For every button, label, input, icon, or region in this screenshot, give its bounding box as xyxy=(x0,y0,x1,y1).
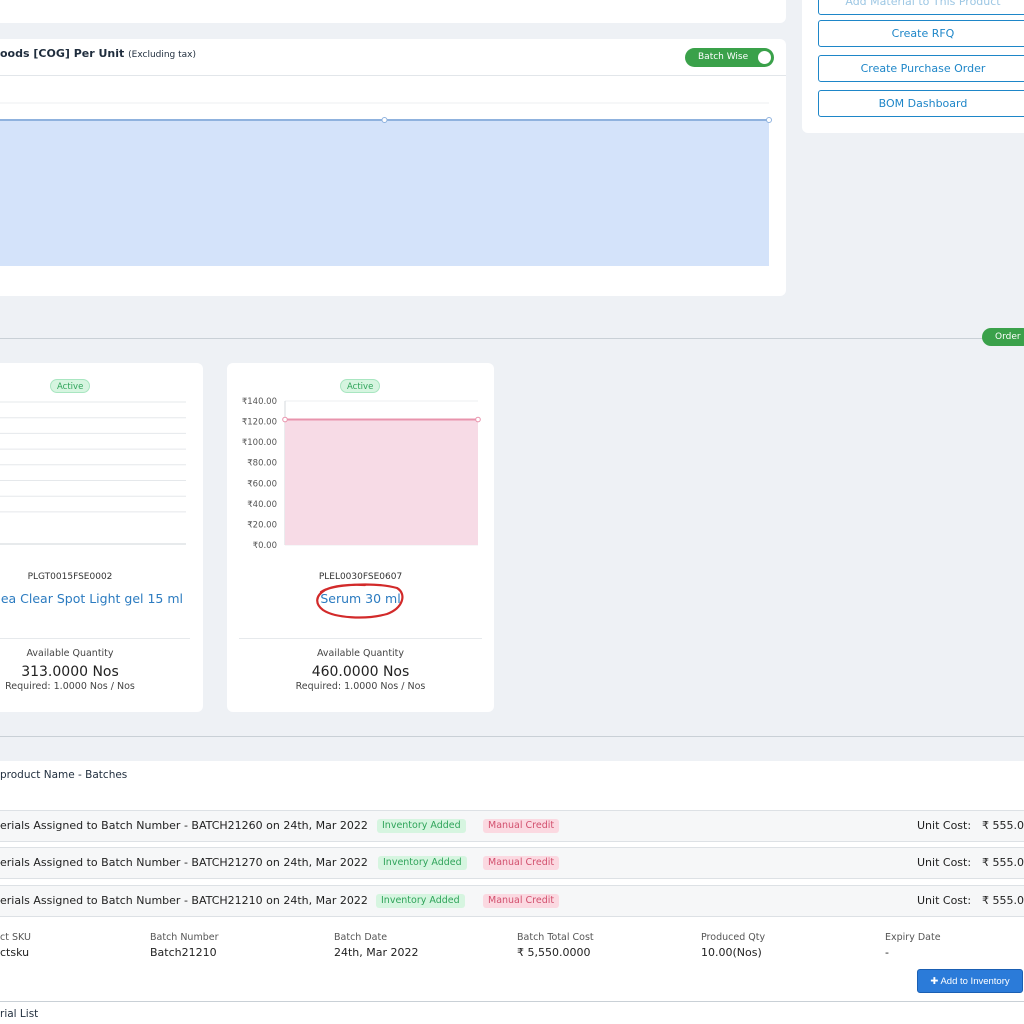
detail-value-expiry-date: - xyxy=(885,946,889,959)
plus-icon: ✚ xyxy=(930,976,939,987)
area-fill xyxy=(0,120,769,266)
serial-list-title: rial List xyxy=(0,1008,39,1020)
order-pill[interactable]: Order xyxy=(982,328,1024,346)
y-tick-label: ₹40.00 xyxy=(247,500,277,510)
card-divider xyxy=(239,638,482,639)
unit-cost-label: Unit Cost: xyxy=(917,894,972,907)
batches-title: product Name - Batches xyxy=(0,769,128,781)
available-quantity-value: 313.0000 Nos xyxy=(21,664,119,680)
top-card xyxy=(0,0,786,23)
serum-cost-chart: ₹0.00 ₹20.00 ₹40.00 ₹60.00 ₹80.00 ₹100.00 ₹120… xyxy=(242,397,481,551)
batches-panel: product Name - Batches erials Assigned t… xyxy=(0,761,1024,1024)
card-divider xyxy=(0,638,190,639)
detail-label-total-cost: Batch Total Cost xyxy=(517,932,594,943)
y-tick-label: ₹0.00 xyxy=(253,541,277,551)
detail-label-sku: ct SKU xyxy=(0,932,31,943)
detail-label-batch-number: Batch Number xyxy=(150,932,219,943)
add-material-button[interactable]: Add Material to This Product xyxy=(818,0,1024,15)
material-sku: PLEL0030FSE0607 xyxy=(318,572,403,582)
section-divider xyxy=(0,736,1024,737)
material-card[interactable]: Active PLGT0015FSE0002 ea Clear Spot Lig… xyxy=(0,363,203,712)
batch-row[interactable]: erials Assigned to Batch Number - BATCH2… xyxy=(0,847,1024,879)
y-tick-label: ₹100.00 xyxy=(242,438,277,448)
inventory-added-badge: Inventory Added xyxy=(377,819,466,833)
area-fill xyxy=(285,419,478,545)
batch-wise-label: Batch Wise xyxy=(698,52,749,62)
detail-value-total-cost: ₹ 5,550.0000 xyxy=(517,946,591,959)
data-point xyxy=(766,117,772,123)
y-tick-label: ₹80.00 xyxy=(247,459,277,469)
batch-row-text: erials Assigned to Batch Number - BATCH2… xyxy=(0,856,368,869)
cost-chart-empty xyxy=(0,401,186,545)
batch-row[interactable]: erials Assigned to Batch Number - BATCH2… xyxy=(0,810,1024,842)
unit-cost-value: ₹ 555.0 xyxy=(982,894,1024,907)
status-badge: Active xyxy=(50,379,91,393)
data-point xyxy=(381,117,388,123)
add-to-inventory-button[interactable]: ✚ Add to Inventory xyxy=(917,969,1023,993)
section-divider xyxy=(0,338,1024,339)
section-divider xyxy=(0,1001,1024,1002)
detail-value-produced-qty: 10.00(Nos) xyxy=(701,946,762,959)
cog-chart-card: oods [COG] Per Unit (Excluding tax) Batc… xyxy=(0,39,786,296)
batch-wise-toggle[interactable]: Batch Wise xyxy=(685,48,774,67)
detail-value-sku: ctsku xyxy=(0,946,30,959)
create-rfq-button[interactable]: Create RFQ xyxy=(818,20,1024,47)
cog-title: oods [COG] Per Unit (Excluding tax) xyxy=(0,47,196,60)
material-sku: PLGT0015FSE0002 xyxy=(27,572,113,582)
batch-row-text: erials Assigned to Batch Number - BATCH2… xyxy=(0,894,368,907)
detail-label-expiry-date: Expiry Date xyxy=(885,932,941,943)
y-tick-label: ₹20.00 xyxy=(247,520,277,530)
required-quantity: Required: 1.0000 Nos / Nos xyxy=(5,681,135,692)
material-name-link[interactable]: ea Clear Spot Light gel 15 ml xyxy=(0,591,183,606)
unit-cost-value: ₹ 555.0 xyxy=(982,819,1024,832)
available-quantity-label: Available Quantity xyxy=(26,648,114,659)
add-to-inventory-label: Add to Inventory xyxy=(940,976,1010,987)
unit-cost-label: Unit Cost: xyxy=(917,819,972,832)
data-point xyxy=(282,416,288,423)
batch-row-text: erials Assigned to Batch Number - BATCH2… xyxy=(0,819,368,832)
cog-chart xyxy=(0,102,772,266)
available-quantity-value: 460.0000 Nos xyxy=(311,664,410,680)
available-quantity-label: Available Quantity xyxy=(316,648,405,659)
manual-credit-badge: Manual Credit xyxy=(483,894,560,908)
create-purchase-order-button[interactable]: Create Purchase Order xyxy=(818,55,1024,82)
detail-value-batch-date: 24th, Mar 2022 xyxy=(334,946,419,959)
y-tick-label: ₹140.00 xyxy=(242,397,277,407)
data-point xyxy=(475,416,481,423)
detail-value-batch-number: Batch21210 xyxy=(150,946,217,959)
material-card[interactable]: Active ₹0.00 ₹20.00 ₹40.00 ₹60.00 ₹80.00 ₹100… xyxy=(227,363,494,712)
bom-dashboard-button[interactable]: BOM Dashboard xyxy=(818,90,1024,117)
y-tick-label: ₹120.00 xyxy=(242,418,277,428)
cog-subtitle: (Excluding tax) xyxy=(128,50,197,60)
detail-label-batch-date: Batch Date xyxy=(334,932,388,943)
required-quantity: Required: 1.0000 Nos / Nos xyxy=(295,681,426,692)
inventory-added-badge: Inventory Added xyxy=(376,894,465,908)
detail-label-produced-qty: Produced Qty xyxy=(701,932,766,943)
manual-credit-badge: Manual Credit xyxy=(483,819,560,833)
unit-cost-label: Unit Cost: xyxy=(917,856,972,869)
manual-credit-badge: Manual Credit xyxy=(483,856,560,870)
cog-title-text: oods [COG] Per Unit xyxy=(0,47,125,60)
batch-row-expanded[interactable]: erials Assigned to Batch Number - BATCH2… xyxy=(0,885,1024,917)
toggle-knob xyxy=(758,51,771,64)
unit-cost-value: ₹ 555.0 xyxy=(982,856,1024,869)
y-tick-label: ₹60.00 xyxy=(247,479,277,489)
red-annotation-circle xyxy=(316,583,404,619)
product-actions-panel: Add Material to This Product Create RFQ … xyxy=(802,0,1024,133)
inventory-added-badge: Inventory Added xyxy=(378,856,467,870)
